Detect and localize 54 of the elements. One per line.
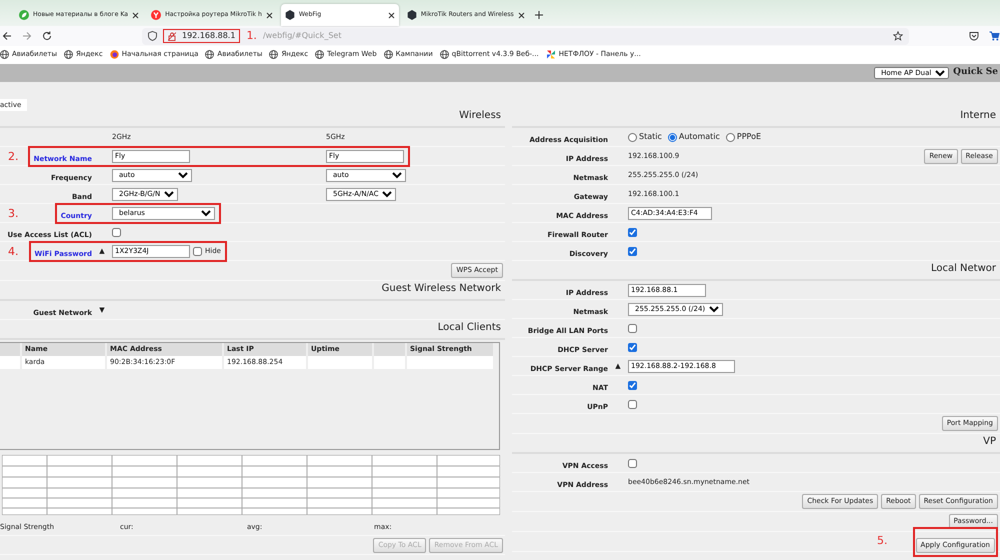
checkbox[interactable] [628,246,637,256]
flame-icon [110,50,119,58]
pinwheel-icon [546,50,556,58]
cart-icon[interactable] [989,31,1000,41]
radio-label: Automatic [678,131,720,143]
globe-icon [205,50,214,58]
leaf-icon [19,10,29,20]
checkbox[interactable] [628,324,637,332]
url-path: /webfig/#Quick_Set [262,30,342,42]
checkbox[interactable] [628,400,637,408]
annotation-number: 3. [8,206,18,222]
checkbox[interactable] [628,458,637,468]
annotation-number: 5. [877,533,888,550]
close-icon[interactable] [266,12,273,18]
section-title: Interne [960,109,996,123]
section-title: Local Clients [438,321,501,335]
star-icon[interactable] [893,31,903,41]
annotation-number: 2. [8,149,18,165]
hexagon-icon [284,10,295,20]
url-host: 192.168.88.1 [182,30,236,42]
radio-button[interactable] [726,132,735,142]
hexagon-icon [406,10,417,20]
globe-icon [269,50,278,58]
radio-button[interactable] [628,132,637,142]
radio-button[interactable] [668,132,677,142]
page-title: Quick Se [953,66,998,80]
address-field[interactable]: 192.168.88.1 1. /webfig/#Quick_Set [142,28,909,44]
checkbox[interactable] [193,246,202,256]
back-icon[interactable] [2,31,12,41]
section-title: VP [983,435,996,449]
radio-label: Static [639,131,662,143]
close-icon[interactable] [518,12,525,18]
forward-icon[interactable] [22,31,32,41]
annotation-number: 1. [246,28,257,44]
checkbox[interactable] [112,228,121,236]
shield-icon [148,31,157,41]
globe-icon [384,50,393,58]
circle-icon [151,10,162,20]
section-title: Wireless [459,109,501,123]
close-icon[interactable] [388,12,395,18]
section-title: Guest Wireless Network [382,282,501,296]
radio-label: PPPoE [736,131,762,143]
globe-icon [440,50,449,58]
reload-icon[interactable] [42,31,52,41]
globe-icon [315,50,324,58]
checkbox[interactable] [628,342,637,352]
globe-icon [64,50,74,58]
checkbox[interactable] [628,228,637,236]
lock-icon [168,32,176,40]
section-title: Local Networ [930,262,996,276]
close-icon[interactable] [132,12,140,18]
checkbox[interactable] [628,380,637,390]
annotation-number: 4. [8,244,18,260]
globe-icon [0,50,9,58]
